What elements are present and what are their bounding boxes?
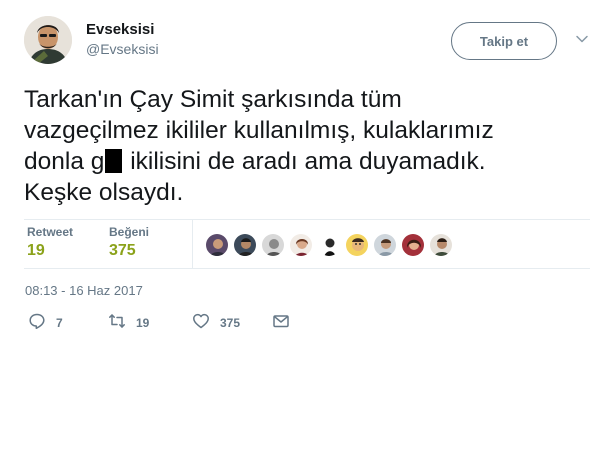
like-count: 375 bbox=[220, 316, 241, 330]
user-avatar[interactable] bbox=[24, 16, 72, 64]
liker-avatar[interactable] bbox=[317, 233, 341, 257]
liker-avatar[interactable] bbox=[429, 233, 453, 257]
tweet-text-fragment: donla g bbox=[24, 148, 105, 175]
liker-avatar[interactable] bbox=[345, 233, 369, 257]
tweet-text-fragment: ikilisini de aradı ama duyamadık. bbox=[123, 148, 486, 175]
retweet-count: 19 bbox=[136, 316, 150, 330]
reply-count: 7 bbox=[56, 316, 63, 330]
envelope-icon bbox=[272, 312, 290, 335]
likes-stat-count: 375 bbox=[109, 242, 136, 259]
retweet-stat-count: 19 bbox=[27, 242, 45, 259]
likes-stat-label: Beğeni bbox=[109, 225, 150, 239]
follow-button[interactable]: Takip et bbox=[451, 22, 557, 60]
user-handle[interactable]: @Evseksisi bbox=[86, 41, 159, 57]
retweet-icon bbox=[108, 312, 126, 335]
liker-avatar[interactable] bbox=[233, 233, 257, 257]
liker-avatar[interactable] bbox=[289, 233, 313, 257]
stats-divider bbox=[192, 220, 193, 268]
liker-avatar[interactable] bbox=[373, 233, 397, 257]
tweet-text: Tarkan'ın Çay Simit şarkısında tüm vazge… bbox=[24, 84, 584, 208]
direct-message-button[interactable] bbox=[272, 312, 290, 334]
user-display-name[interactable]: Evseksisi bbox=[86, 21, 154, 38]
retweet-button[interactable]: 19 bbox=[108, 312, 149, 334]
liker-avatar[interactable] bbox=[401, 233, 425, 257]
like-button[interactable]: 375 bbox=[192, 312, 240, 334]
reply-icon bbox=[28, 312, 46, 335]
likes-stat[interactable]: Beğeni 375 bbox=[109, 225, 149, 260]
tweet-timestamp[interactable]: 08:13 - 16 Haz 2017 bbox=[25, 283, 143, 298]
tweet-header: Evseksisi @Evseksisi Takip et bbox=[24, 16, 588, 66]
retweet-stat-label: Retweet bbox=[27, 225, 74, 239]
liker-avatar[interactable] bbox=[205, 233, 229, 257]
reply-button[interactable]: 7 bbox=[28, 312, 63, 334]
tweet-text-line: vazgeçilmez ikililer kullanılmış, kulakl… bbox=[24, 117, 494, 144]
tweet-text-line: Keşke olsaydı. bbox=[24, 179, 184, 206]
censor-block bbox=[105, 149, 123, 173]
heart-icon bbox=[192, 312, 210, 335]
tweet-text-line: Tarkan'ın Çay Simit şarkısında tüm bbox=[24, 86, 402, 113]
tweet-stats: Retweet 19 Beğeni 375 bbox=[24, 219, 590, 269]
chevron-down-icon[interactable] bbox=[575, 32, 589, 46]
tweet-text-line: donla g ikilisini de aradı ama duyamadık… bbox=[24, 146, 584, 177]
retweet-stat[interactable]: Retweet 19 bbox=[27, 225, 73, 260]
liker-avatar[interactable] bbox=[261, 233, 285, 257]
